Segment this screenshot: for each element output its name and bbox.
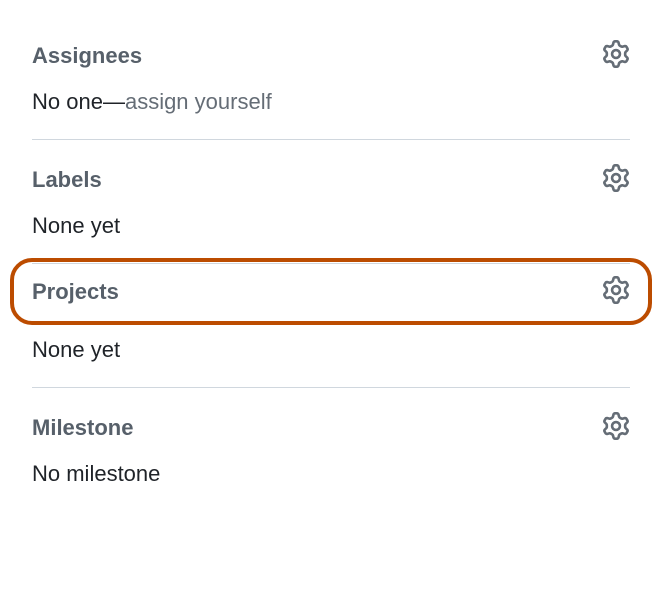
assignees-body: No one—assign yourself xyxy=(32,89,630,115)
labels-header: Labels xyxy=(32,164,630,195)
gear-icon xyxy=(602,276,630,307)
labels-body: None yet xyxy=(32,213,630,239)
projects-title: Projects xyxy=(32,279,119,305)
gear-icon xyxy=(602,40,630,71)
projects-settings-button[interactable] xyxy=(602,276,630,307)
issue-sidebar: Assignees No one—assign yourself Labels … xyxy=(0,0,662,541)
assignees-settings-button[interactable] xyxy=(602,40,630,71)
labels-section: Labels None yet xyxy=(32,140,630,264)
milestone-title: Milestone xyxy=(32,415,133,441)
assignees-section: Assignees No one—assign yourself xyxy=(32,16,630,140)
assignees-header: Assignees xyxy=(32,40,630,71)
assignees-empty-text: No one— xyxy=(32,89,125,114)
projects-section: Projects None yet xyxy=(32,264,630,388)
gear-icon xyxy=(602,412,630,443)
labels-settings-button[interactable] xyxy=(602,164,630,195)
milestone-header: Milestone xyxy=(32,412,630,443)
projects-body: None yet xyxy=(32,337,630,363)
gear-icon xyxy=(602,164,630,195)
labels-title: Labels xyxy=(32,167,102,193)
milestone-settings-button[interactable] xyxy=(602,412,630,443)
assignees-title: Assignees xyxy=(32,43,142,69)
projects-header-highlight: Projects xyxy=(10,258,652,325)
assign-yourself-link[interactable]: assign yourself xyxy=(125,89,272,114)
milestone-body: No milestone xyxy=(32,461,630,487)
milestone-section: Milestone No milestone xyxy=(32,388,630,511)
